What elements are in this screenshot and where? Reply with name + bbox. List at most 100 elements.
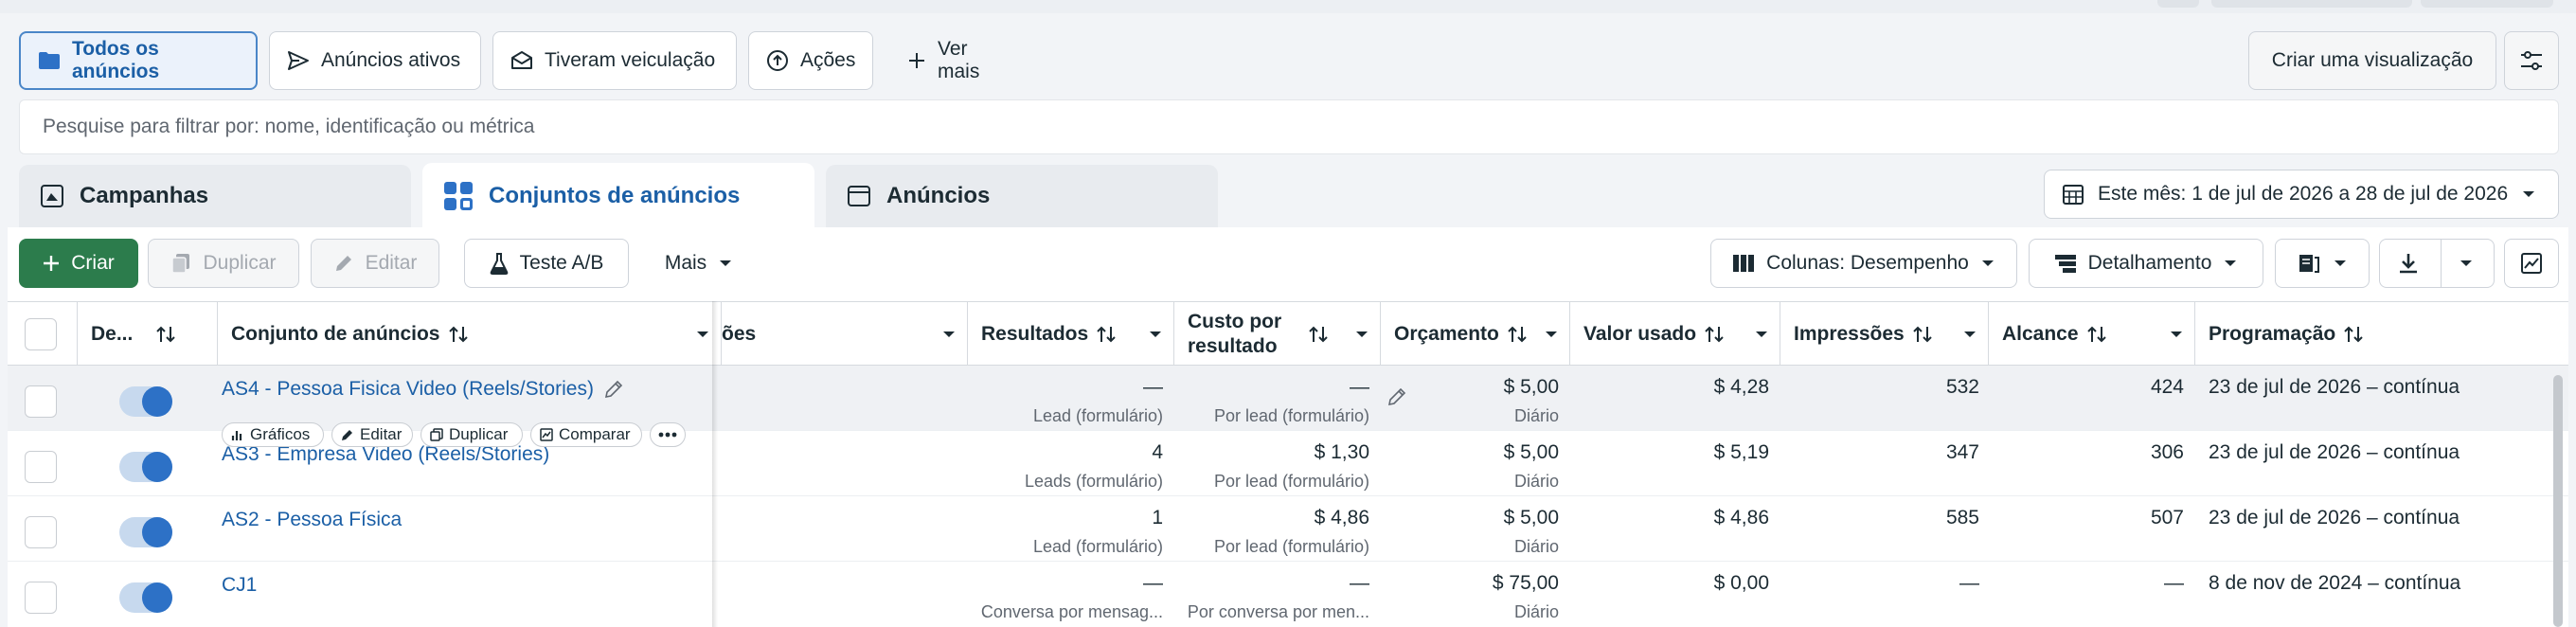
tab-campaigns[interactable]: Campanhas [19, 165, 411, 227]
columns-button[interactable]: Colunas: Desempenho [1710, 239, 2017, 288]
adset-name-link[interactable]: CJ1 [222, 574, 257, 596]
create-view-button[interactable]: Criar uma visualização [2248, 31, 2496, 90]
delivery-toggle[interactable] [119, 517, 172, 547]
breakdown-button[interactable]: Detalhamento [2029, 239, 2263, 288]
chevron-down-icon[interactable] [1545, 330, 1558, 339]
results-value: 1 [1152, 507, 1163, 528]
column-label: Valor usado [1583, 323, 1697, 345]
sort-icon[interactable] [1912, 325, 1933, 344]
column-results[interactable]: Resultados [968, 302, 1174, 367]
delivery-toggle[interactable] [119, 452, 172, 482]
tab-label: Conjuntos de anúncios [489, 183, 741, 208]
chevron-down-icon[interactable] [1149, 330, 1162, 339]
chart-icon [2520, 252, 2543, 275]
pencil-icon[interactable] [603, 379, 624, 400]
view-tab-active-ads[interactable]: Anúncios ativos [269, 31, 481, 90]
column-budget[interactable]: Orçamento [1381, 302, 1570, 367]
flask-icon [490, 252, 509, 275]
date-range-picker[interactable]: Este mês: 1 de jul de 2026 a 28 de jul d… [2044, 170, 2559, 219]
column-label: Conjunto de anúncios [231, 323, 440, 345]
sort-icon[interactable] [1096, 325, 1117, 344]
row-checkbox[interactable] [25, 582, 57, 614]
cost-per-result-type: Por conversa por men... [1187, 602, 1369, 621]
duplicate-button[interactable]: Duplicar [148, 239, 299, 288]
row-checkbox[interactable] [25, 385, 57, 418]
view-settings-button[interactable] [2504, 31, 2559, 90]
sort-icon[interactable] [1507, 325, 1528, 344]
send-icon [287, 50, 310, 71]
row-action-edit[interactable]: Editar [331, 422, 413, 447]
column-adset-name[interactable]: Conjunto de anúncios [218, 302, 722, 367]
more-button[interactable]: Mais [650, 239, 748, 288]
chevron-down-icon[interactable] [1355, 330, 1368, 339]
view-tab-actions[interactable]: Ações [748, 31, 873, 90]
view-tab-see-more[interactable]: Ver mais [890, 31, 1023, 90]
row-checkbox[interactable] [25, 451, 57, 483]
sort-icon[interactable] [448, 325, 469, 344]
select-all-checkbox[interactable] [25, 318, 57, 350]
top-strip [0, 0, 2576, 13]
column-partial[interactable]: ões [722, 302, 968, 367]
row-action-compare[interactable]: Comparar [530, 422, 642, 447]
column-label: ões [722, 323, 757, 345]
chevron-down-icon[interactable] [1963, 330, 1977, 339]
row-action-duplicate[interactable]: Duplicar [420, 422, 523, 447]
top-ghost-button [2157, 0, 2199, 8]
export-button[interactable] [2379, 239, 2495, 288]
create-button[interactable]: Criar [19, 239, 138, 288]
column-reach[interactable]: Alcance [1989, 302, 2195, 367]
row-action-charts[interactable]: Gráficos [222, 422, 324, 447]
sort-icon[interactable] [2343, 325, 2364, 344]
reports-button[interactable] [2275, 239, 2370, 288]
ellipsis-icon [658, 432, 677, 438]
delivery-toggle[interactable] [119, 386, 172, 417]
column-delivery[interactable]: De... [78, 302, 218, 367]
search-input[interactable]: Pesquise para filtrar por: nome, identif… [19, 99, 2559, 154]
bar-chart-icon [231, 428, 244, 441]
column-amount-spent[interactable]: Valor usado [1570, 302, 1780, 367]
sort-icon[interactable] [1308, 325, 1329, 344]
chevron-down-icon [718, 258, 733, 269]
column-label: Resultados [981, 323, 1089, 345]
adset-name-link[interactable]: AS4 - Pessoa Fisica Video (Reels/Stories… [222, 378, 594, 401]
envelope-icon [510, 50, 533, 71]
chevron-down-icon[interactable] [696, 330, 709, 339]
budget-period: Diário [1513, 406, 1559, 425]
sort-icon[interactable] [2086, 325, 2107, 344]
chevron-down-icon[interactable] [2170, 330, 2183, 339]
adset-name-link[interactable]: AS2 - Pessoa Física [222, 509, 402, 530]
create-button-label: Criar [71, 252, 115, 274]
row-action-more[interactable] [650, 422, 686, 447]
results-type: Leads (formulário) [1024, 472, 1163, 491]
chevron-down-icon[interactable] [1755, 330, 1768, 339]
column-schedule[interactable]: Programação [2195, 302, 2568, 367]
row-checkbox[interactable] [25, 516, 57, 548]
folder-icon [38, 50, 61, 71]
column-label: resultado [1188, 335, 1278, 357]
tab-ads[interactable]: Anúncios [826, 165, 1218, 227]
view-tab-all-ads[interactable]: Todos os anúncios [19, 31, 258, 90]
charts-toggle-button[interactable] [2504, 239, 2559, 288]
budget-period: Diário [1513, 537, 1559, 556]
toggle-knob [142, 517, 172, 547]
table-row[interactable]: AS2 - Pessoa Física 1 Lead (formulário) … [8, 496, 2568, 562]
edit-button[interactable]: Editar [311, 239, 439, 288]
view-tab-label: Ações [800, 49, 856, 71]
chevron-down-icon[interactable] [942, 330, 956, 339]
view-tab-delivered[interactable]: Tiveram veiculação [492, 31, 737, 90]
plus-icon [43, 255, 60, 272]
cost-per-result-value: — [1350, 376, 1369, 398]
ab-test-button[interactable]: Teste A/B [464, 239, 629, 288]
sort-icon[interactable] [1704, 325, 1725, 344]
column-impressions[interactable]: Impressões [1780, 302, 1989, 367]
view-tab-label: Anúncios ativos [321, 49, 461, 71]
sort-icon[interactable] [155, 325, 176, 344]
tab-adsets[interactable]: Conjuntos de anúncios [422, 163, 814, 229]
reach-value: 507 [2150, 507, 2184, 528]
vertical-scrollbar[interactable] [2553, 375, 2563, 627]
table-row[interactable]: AS4 - Pessoa Fisica Video (Reels/Stories… [8, 366, 2568, 431]
table-row[interactable]: CJ1 — Conversa por mensag... — Por conve… [8, 562, 2568, 627]
delivery-toggle[interactable] [119, 582, 172, 613]
column-cost-per-result[interactable]: Custo por resultado [1174, 302, 1381, 367]
chevron-down-icon[interactable] [2459, 258, 2474, 269]
